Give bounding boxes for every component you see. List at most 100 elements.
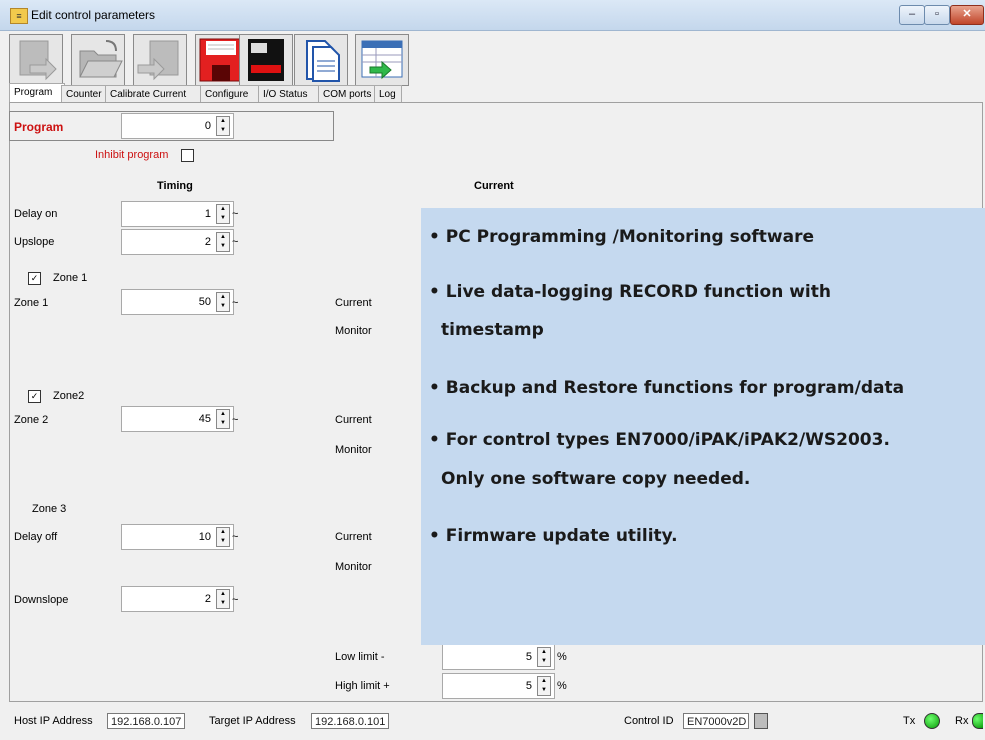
low-limit-unit: %	[557, 651, 567, 663]
upslope-label: Upslope	[14, 236, 55, 248]
feature-bullet-5: • Firmware update utility.	[429, 526, 678, 546]
export-table-button[interactable]	[355, 34, 409, 86]
zone3-monitor-label: Monitor	[335, 561, 372, 573]
delay-on-label: Delay on	[14, 208, 58, 220]
host-ip-field[interactable]: 192.168.0.107	[107, 713, 185, 729]
spinner-arrows-icon[interactable]: ▲ ▼	[216, 116, 230, 136]
low-limit-value: 5	[525, 651, 532, 663]
delay-off-value: 10	[198, 531, 211, 543]
spinner-arrows-icon[interactable]: ▲ ▼	[216, 409, 230, 429]
upslope-value: 2	[204, 236, 211, 248]
feature-bullet-4-cont: Only one software copy needed.	[441, 469, 751, 489]
rx-label: Rx	[955, 715, 969, 727]
downslope-value: 2	[204, 593, 211, 605]
receive-from-control-button[interactable]	[133, 34, 187, 86]
delay-off-spinner[interactable]: 10 ▲ ▼	[121, 524, 234, 550]
status-bar: Host IP Address 192.168.0.107 Target IP …	[0, 708, 985, 740]
control-id-field: EN7000v2D	[683, 713, 749, 729]
tilde-mark: ~	[232, 236, 239, 248]
feature-bullet-2: • Live data-logging RECORD function with	[429, 282, 831, 302]
host-ip-label: Host IP Address	[14, 715, 93, 727]
zone3-current-label: Current	[335, 531, 372, 543]
high-limit-value: 5	[525, 680, 532, 692]
minimize-button[interactable]: –	[899, 5, 925, 25]
feature-bullet-4: • For control types EN7000/iPAK/iPAK2/WS…	[429, 430, 890, 450]
feature-bullet-2-cont: timestamp	[441, 320, 544, 340]
high-limit-label: High limit +	[335, 680, 390, 692]
spinner-arrows-icon[interactable]: ▲ ▼	[216, 292, 230, 312]
zone2-checkbox[interactable]: ✓	[28, 390, 41, 403]
target-ip-label: Target IP Address	[209, 715, 296, 727]
tx-label: Tx	[903, 715, 916, 727]
control-id-button[interactable]	[754, 713, 768, 729]
rx-led-icon	[972, 713, 983, 729]
zone2-value: 45	[198, 413, 211, 425]
spinner-arrows-icon[interactable]: ▲ ▼	[216, 527, 230, 547]
delay-off-label: Delay off	[14, 531, 58, 543]
feature-bullet-1: • PC Programming /Monitoring software	[429, 227, 814, 247]
inhibit-program-checkbox[interactable]	[181, 149, 194, 162]
timing-header: Timing	[157, 180, 193, 192]
control-id-label: Control ID	[624, 715, 674, 727]
zone2-spinner[interactable]: 45 ▲ ▼	[121, 406, 234, 432]
zone2-checkbox-label: Zone2	[53, 390, 85, 402]
tab-log[interactable]: Log	[374, 85, 402, 103]
delay-on-value: 1	[204, 208, 211, 220]
inhibit-program-label: Inhibit program	[95, 149, 169, 161]
tab-calibrate-current[interactable]: Calibrate Current	[105, 85, 204, 103]
maximize-button[interactable]: ▫	[924, 5, 950, 25]
send-to-control-button[interactable]	[9, 34, 63, 86]
program-spinner[interactable]: 0 ▲ ▼	[121, 113, 234, 139]
tilde-mark: ~	[232, 594, 239, 606]
delay-on-spinner[interactable]: 1 ▲ ▼	[121, 201, 234, 227]
target-ip-field[interactable]: 192.168.0.101	[311, 713, 389, 729]
zone1-checkbox-label: Zone 1	[53, 272, 88, 284]
zone1-value: 50	[198, 296, 211, 308]
open-file-button[interactable]	[71, 34, 125, 86]
zone2-current-label: Current	[335, 414, 372, 426]
current-header: Current	[474, 180, 514, 192]
tab-program[interactable]: Program	[9, 83, 65, 104]
feature-bullet-3: • Backup and Restore functions for progr…	[429, 378, 905, 398]
high-limit-spinner[interactable]: 5 ▲ ▼	[442, 673, 555, 699]
zone1-checkbox[interactable]: ✓	[28, 272, 41, 285]
close-button[interactable]: ✕	[950, 5, 984, 25]
tab-counter[interactable]: Counter	[61, 85, 109, 103]
tab-io-status[interactable]: I/O Status	[258, 85, 322, 103]
zone3-label: Zone 3	[32, 503, 67, 515]
low-limit-label: Low limit -	[335, 651, 385, 663]
tilde-mark: ~	[232, 208, 239, 220]
window-title: Edit control parameters	[31, 8, 156, 22]
tilde-mark: ~	[232, 531, 239, 543]
receive-arrow-icon	[137, 40, 179, 81]
spinner-arrows-icon[interactable]: ▲ ▼	[216, 204, 230, 224]
high-limit-unit: %	[557, 680, 567, 692]
downslope-spinner[interactable]: 2 ▲ ▼	[121, 586, 234, 612]
spinner-arrows-icon[interactable]: ▲ ▼	[537, 647, 551, 667]
tx-led-icon	[924, 713, 940, 729]
low-limit-spinner[interactable]: 5 ▲ ▼	[442, 644, 555, 670]
device-icon	[248, 39, 284, 81]
spinner-arrows-icon[interactable]: ▲ ▼	[216, 589, 230, 609]
feature-callout: • PC Programming /Monitoring software • …	[421, 208, 985, 645]
zone1-monitor-label: Monitor	[335, 325, 372, 337]
title-bar: ≡ Edit control parameters – ▫ ✕	[0, 0, 985, 31]
zone1-current-label: Current	[335, 297, 372, 309]
tilde-mark: ~	[232, 297, 239, 309]
report-button[interactable]	[294, 34, 348, 86]
control-device-button[interactable]	[239, 34, 293, 86]
tab-configure[interactable]: Configure	[200, 85, 262, 103]
upslope-spinner[interactable]: 2 ▲ ▼	[121, 229, 234, 255]
send-arrow-icon	[19, 40, 57, 81]
app-icon: ≡	[10, 8, 28, 24]
program-label: Program	[14, 120, 64, 134]
folder-icon	[79, 40, 123, 78]
downslope-label: Downslope	[14, 594, 69, 606]
table-export-icon	[361, 40, 403, 80]
program-value: 0	[204, 120, 211, 132]
zone1-spinner[interactable]: 50 ▲ ▼	[121, 289, 234, 315]
spinner-arrows-icon[interactable]: ▲ ▼	[537, 676, 551, 696]
tab-com-ports[interactable]: COM ports	[318, 85, 378, 103]
tilde-mark: ~	[232, 414, 239, 426]
spinner-arrows-icon[interactable]: ▲ ▼	[216, 232, 230, 252]
